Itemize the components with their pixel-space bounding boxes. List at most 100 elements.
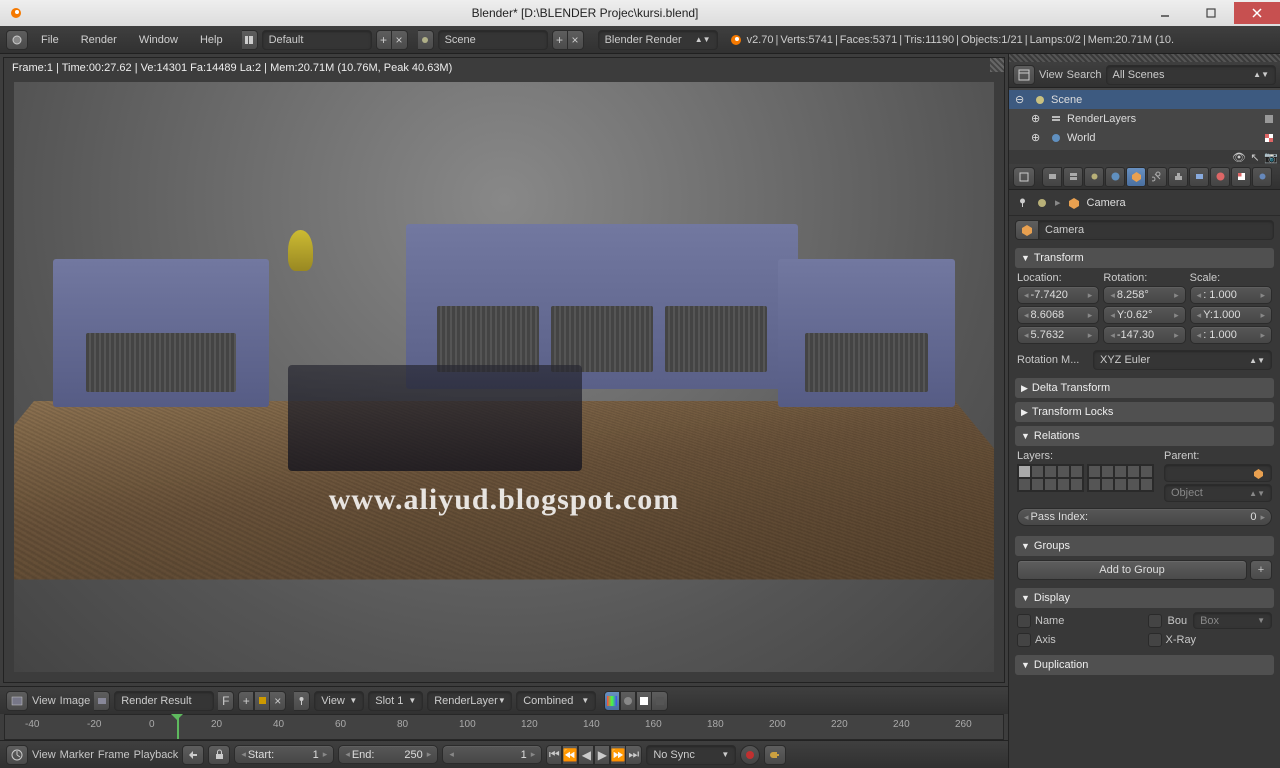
editor-type-props-icon[interactable]: [1013, 167, 1035, 187]
pass-dropdown[interactable]: Combined▼: [516, 691, 596, 711]
menu-help[interactable]: Help: [191, 30, 232, 50]
texture-icon[interactable]: [1262, 131, 1276, 145]
tab-material-icon[interactable]: [1210, 167, 1230, 187]
menu-window[interactable]: Window: [130, 30, 187, 50]
jump-end-icon[interactable]: ⏭: [626, 745, 642, 765]
tl-menu-playback[interactable]: Playback: [134, 749, 179, 761]
panel-duplication-header[interactable]: ▼Duplication: [1015, 655, 1274, 675]
keyframe-next-icon[interactable]: ⏩: [610, 745, 626, 765]
tree-item-renderlayers[interactable]: ⊕RenderLayers: [1009, 109, 1280, 128]
renderlayer-dropdown[interactable]: RenderLayer▼: [427, 691, 512, 711]
keying-set-icon[interactable]: [764, 745, 786, 765]
timeline-cursor[interactable]: [177, 715, 179, 739]
panel-relations-header[interactable]: ▼Relations: [1015, 426, 1274, 446]
lock-range-icon[interactable]: [208, 745, 230, 765]
img-menu-image[interactable]: Image: [60, 695, 91, 707]
image-unlink-button[interactable]: ×: [270, 691, 286, 711]
area-splitter[interactable]: [1009, 54, 1280, 62]
pin-icon[interactable]: [1015, 196, 1029, 210]
layout-add-button[interactable]: +: [376, 30, 392, 50]
layout-icon[interactable]: [242, 30, 258, 50]
image-browse-icon[interactable]: [94, 691, 110, 711]
scene-dropdown[interactable]: Scene: [438, 30, 548, 50]
cursor-icon[interactable]: ↖: [1248, 150, 1262, 164]
channel-rgb-icon[interactable]: [620, 691, 636, 711]
object-type-icon[interactable]: [1015, 220, 1039, 240]
display-bounds-checkbox[interactable]: [1148, 614, 1162, 628]
display-axis-checkbox[interactable]: [1017, 633, 1031, 647]
fake-user-button[interactable]: F: [218, 691, 234, 711]
channel-alpha-icon[interactable]: [636, 691, 652, 711]
layers-grid-b[interactable]: [1087, 464, 1154, 492]
image-pack-icon[interactable]: [254, 691, 270, 711]
tab-data-icon[interactable]: [1189, 167, 1209, 187]
outliner-menu-search[interactable]: Search: [1067, 69, 1102, 81]
autokey-record-button[interactable]: [740, 745, 760, 765]
loc-y-field[interactable]: ◂8.6068▸: [1017, 306, 1099, 324]
scene-del-button[interactable]: ×: [568, 30, 584, 50]
editor-type-image-icon[interactable]: [6, 691, 28, 711]
tl-menu-frame[interactable]: Frame: [98, 749, 130, 761]
tl-menu-marker[interactable]: Marker: [60, 749, 94, 761]
maximize-button[interactable]: [1188, 2, 1234, 24]
outliner-menu-view[interactable]: View: [1039, 69, 1063, 81]
sync-dropdown[interactable]: No Sync▼: [646, 745, 736, 765]
add-to-group-button[interactable]: Add to Group: [1017, 560, 1247, 580]
tab-world-icon[interactable]: [1105, 167, 1125, 187]
bounds-type-dropdown[interactable]: Box▼: [1193, 612, 1272, 629]
eye-icon[interactable]: 👁: [1232, 150, 1246, 164]
pin-icon[interactable]: [294, 691, 310, 711]
tab-object-icon[interactable]: [1126, 167, 1146, 187]
end-frame-field[interactable]: ◂End:250▸: [338, 745, 438, 764]
outliner-scope-dropdown[interactable]: All Scenes▲▼: [1106, 65, 1276, 85]
pass-index-field[interactable]: ◂Pass Index:0▸: [1017, 508, 1272, 526]
layout-dropdown[interactable]: Default: [262, 30, 372, 50]
panel-transform-header[interactable]: ▼Transform: [1015, 248, 1274, 268]
jump-start-icon[interactable]: ⏮: [546, 745, 562, 765]
image-editor-viewport[interactable]: Frame:1 | Time:00:27.62 | Ve:14301 Fa:14…: [3, 57, 1005, 683]
render-restrict-icon[interactable]: 📷: [1264, 150, 1278, 164]
tab-physics-icon[interactable]: [1252, 167, 1272, 187]
layout-del-button[interactable]: ×: [392, 30, 408, 50]
outliner-tree[interactable]: ⊖Scene ⊕RenderLayers ⊕World ⊕Camera: [1009, 88, 1280, 150]
minimize-button[interactable]: [1142, 2, 1188, 24]
scale-y-field[interactable]: ◂Y:1.000▸: [1190, 306, 1272, 324]
rot-y-field[interactable]: ◂Y:0.62°▸: [1103, 306, 1185, 324]
timeline-ruler[interactable]: -40-200204060801001201401601802002202402…: [4, 714, 1004, 740]
menu-file[interactable]: File: [32, 30, 68, 50]
scene-crumb-icon[interactable]: [1035, 196, 1049, 210]
tab-renderlayers-icon[interactable]: [1063, 167, 1083, 187]
display-name-checkbox[interactable]: [1017, 614, 1031, 628]
scene-icon[interactable]: [418, 30, 434, 50]
play-reverse-icon[interactable]: ◀: [578, 745, 594, 765]
current-frame-field[interactable]: ◂1▸: [442, 745, 542, 764]
scale-z-field[interactable]: ◂: 1.000▸: [1190, 326, 1272, 344]
panel-locks-header[interactable]: ▶Transform Locks: [1015, 402, 1274, 422]
close-button[interactable]: [1234, 2, 1280, 24]
keyframe-prev-icon[interactable]: ⏪: [562, 745, 578, 765]
loc-x-field[interactable]: ◂-7.7420▸: [1017, 286, 1099, 304]
object-name-field[interactable]: Camera: [1039, 220, 1274, 240]
range-icon[interactable]: [182, 745, 204, 765]
editor-type-icon[interactable]: [6, 30, 28, 50]
editor-type-timeline-icon[interactable]: [6, 745, 28, 765]
image-datablock[interactable]: Render Result: [114, 691, 214, 711]
panel-groups-header[interactable]: ▼Groups: [1015, 536, 1274, 556]
engine-dropdown[interactable]: Blender Render▲▼: [598, 30, 718, 50]
rot-z-field[interactable]: ◂-147.30▸: [1103, 326, 1185, 344]
tab-scene-icon[interactable]: [1084, 167, 1104, 187]
tab-constraints-icon[interactable]: [1147, 167, 1167, 187]
menu-render[interactable]: Render: [72, 30, 126, 50]
view-dropdown[interactable]: View▼: [314, 691, 364, 711]
rot-x-field[interactable]: ◂8.258°▸: [1103, 286, 1185, 304]
editor-type-outliner-icon[interactable]: [1013, 65, 1035, 85]
channel-z-icon[interactable]: [652, 691, 668, 711]
tree-item-world[interactable]: ⊕World: [1009, 128, 1280, 147]
tl-menu-view[interactable]: View: [32, 749, 56, 761]
loc-z-field[interactable]: ◂5.7632▸: [1017, 326, 1099, 344]
layers-grid-a[interactable]: [1017, 464, 1084, 492]
parent-type-dropdown[interactable]: Object▲▼: [1164, 484, 1272, 502]
add-group-plus-button[interactable]: +: [1250, 560, 1272, 580]
restrict-render-icon[interactable]: [1262, 112, 1276, 126]
scene-add-button[interactable]: +: [552, 30, 568, 50]
